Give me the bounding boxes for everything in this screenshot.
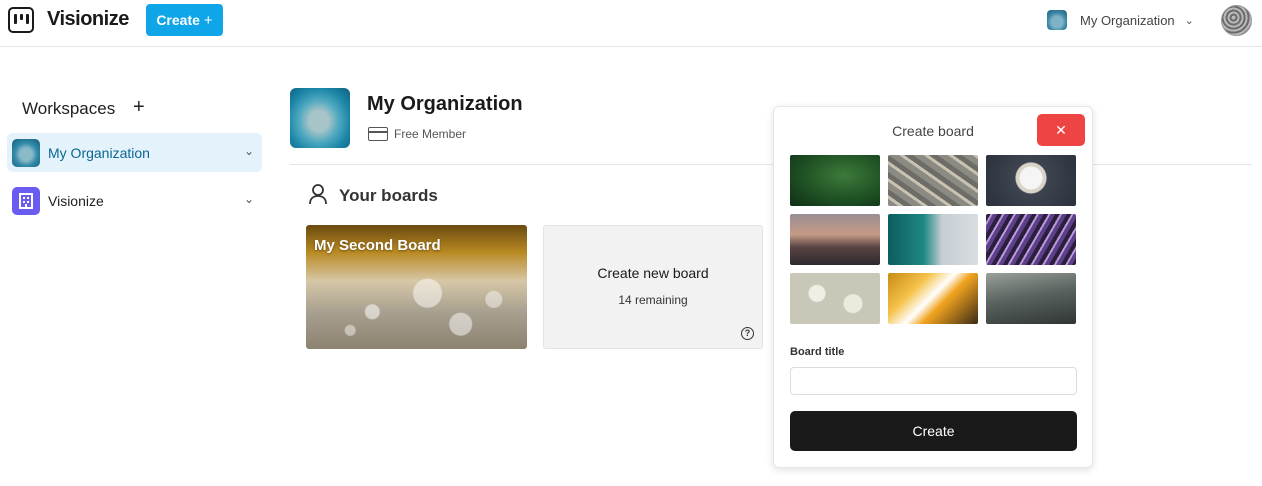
user-avatar[interactable] bbox=[1221, 5, 1252, 36]
create-board-submit-button[interactable]: Create bbox=[790, 411, 1077, 451]
background-option-mountains[interactable] bbox=[790, 214, 880, 265]
organization-avatar bbox=[1047, 10, 1067, 30]
board-title-label: Board title bbox=[790, 346, 845, 358]
top-bar: Visionize Create + My Organization ⌄ bbox=[0, 0, 1262, 47]
background-option-road[interactable] bbox=[888, 155, 978, 206]
help-icon[interactable]: ? bbox=[741, 327, 754, 340]
background-option-flowers[interactable] bbox=[790, 273, 880, 324]
organization-thumbnail bbox=[12, 138, 40, 167]
organization-switcher-label: My Organization bbox=[1080, 12, 1175, 28]
user-icon bbox=[309, 184, 327, 205]
close-button[interactable]: ✕ bbox=[1037, 114, 1085, 146]
board-name: My Second Board bbox=[314, 237, 441, 254]
background-option-lotus[interactable] bbox=[986, 155, 1076, 206]
credit-card-icon bbox=[368, 127, 388, 141]
chevron-down-icon: ⌄ bbox=[243, 192, 254, 206]
divider bbox=[290, 164, 1252, 165]
sidebar-item-my-organization[interactable]: My Organization ⌄ bbox=[7, 133, 262, 172]
background-option-purple-streaks[interactable] bbox=[986, 214, 1076, 265]
background-option-rocks[interactable] bbox=[986, 273, 1076, 324]
board-card[interactable]: My Second Board bbox=[306, 225, 527, 349]
remaining-count: 14 remaining bbox=[618, 293, 688, 307]
organization-title: My Organization bbox=[367, 93, 523, 115]
logo-icon[interactable] bbox=[8, 7, 34, 33]
app-name[interactable]: Visionize bbox=[47, 8, 129, 31]
background-option-leaf[interactable] bbox=[790, 155, 880, 206]
add-workspace-icon[interactable]: + bbox=[133, 96, 145, 119]
background-image-picker bbox=[790, 155, 1078, 324]
create-board-popover: Create board ✕ Board title Create bbox=[773, 106, 1093, 468]
chevron-down-icon: ⌄ bbox=[1184, 14, 1194, 27]
create-button-label: Create bbox=[156, 12, 200, 28]
plus-icon: + bbox=[203, 11, 213, 29]
submit-label: Create bbox=[912, 423, 955, 439]
organization-switcher[interactable]: My Organization ⌄ bbox=[1047, 9, 1194, 31]
sidebar-item-label: My Organization bbox=[48, 144, 150, 161]
close-icon: ✕ bbox=[1055, 121, 1067, 138]
sidebar-item-label: Visionize bbox=[48, 192, 104, 209]
background-option-coast[interactable] bbox=[888, 214, 978, 265]
background-option-abstract[interactable] bbox=[888, 273, 978, 324]
membership-plan: Free Member bbox=[394, 127, 467, 141]
create-button[interactable]: Create + bbox=[146, 4, 223, 36]
your-boards-heading: Your boards bbox=[339, 186, 438, 205]
chevron-down-icon: ⌄ bbox=[243, 144, 254, 158]
sidebar-item-visionize[interactable]: Visionize ⌄ bbox=[7, 181, 262, 220]
board-title-input[interactable] bbox=[790, 367, 1077, 395]
workspaces-heading: Workspaces bbox=[22, 99, 116, 118]
organization-image bbox=[290, 88, 350, 148]
create-new-board-label: Create new board bbox=[597, 265, 709, 281]
create-new-board-card[interactable]: Create new board 14 remaining ? bbox=[543, 225, 763, 349]
building-icon bbox=[12, 186, 40, 215]
